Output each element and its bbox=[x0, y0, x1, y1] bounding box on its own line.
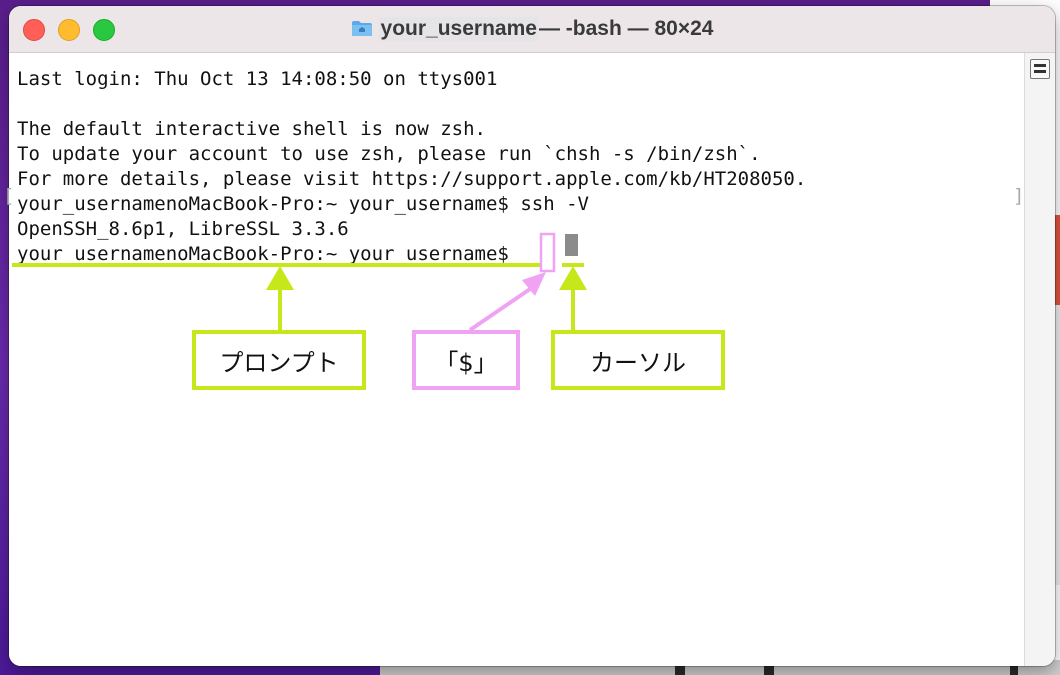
terminal-line-zsh-notice: The default interactive shell is now zsh… bbox=[17, 118, 486, 140]
terminal-window: your_username — -bash — 80×24 Last login… bbox=[9, 6, 1055, 666]
title-username: your_username bbox=[378, 17, 539, 41]
title-bar[interactable]: your_username — -bash — 80×24 bbox=[9, 6, 1055, 53]
terminal-line-openssh-version: OpenSSH_8.6p1, LibreSSL 3.3.6 bbox=[17, 218, 349, 240]
terminal-line-current-prompt: your_usernamenoMacBook-Pro:~ your_userna… bbox=[17, 243, 521, 265]
split-pane-button[interactable] bbox=[1030, 59, 1050, 79]
dollar-label: 「$」 bbox=[434, 348, 498, 377]
terminal-line-details-url: For more details, please visit https://s… bbox=[17, 168, 807, 190]
terminal-line-chsh-hint: To update your account to use zsh, pleas… bbox=[17, 143, 761, 165]
terminal-line-last-login: Last login: Thu Oct 13 14:08:50 on ttys0… bbox=[17, 68, 498, 90]
selection-bracket-right: ] bbox=[1013, 185, 1025, 207]
cursor-label-box: カーソル bbox=[551, 330, 725, 390]
window-title: your_username — -bash — 80×24 bbox=[9, 6, 1055, 52]
cursor-label: カーソル bbox=[590, 348, 686, 377]
home-folder-icon bbox=[351, 20, 372, 36]
dollar-label-box: 「$」 bbox=[412, 330, 520, 390]
scrollbar[interactable] bbox=[1024, 53, 1055, 666]
title-shell-info: — -bash — 80×24 bbox=[538, 17, 714, 40]
prompt-label: プロンプト bbox=[219, 348, 339, 377]
selection-bracket-left: [ bbox=[3, 185, 15, 207]
terminal-cursor bbox=[565, 234, 578, 256]
prompt-label-box: プロンプト bbox=[192, 330, 366, 390]
terminal-line-ssh-command: your_usernamenoMacBook-Pro:~ your_userna… bbox=[17, 193, 589, 215]
